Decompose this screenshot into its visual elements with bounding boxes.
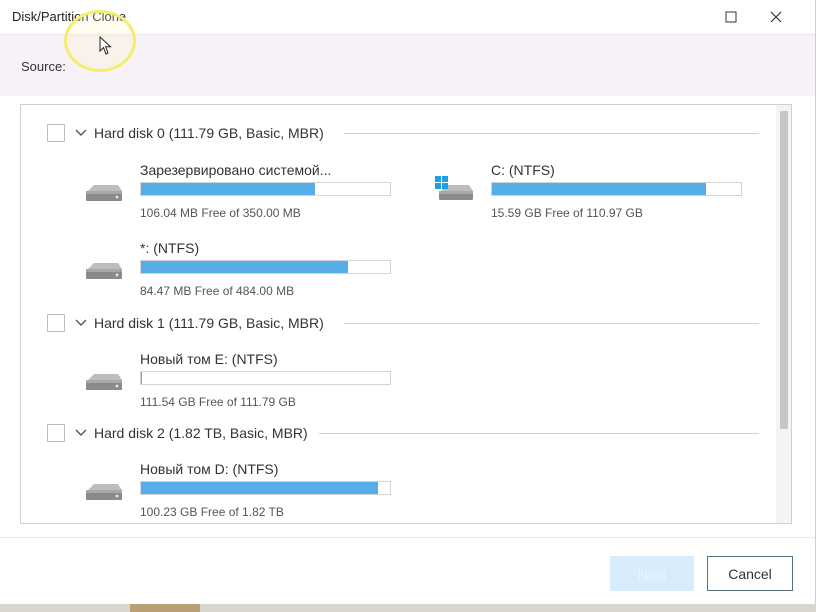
taskbar-edge-accent: [130, 604, 200, 612]
disk-header-1: Hard disk 1 (111.79 GB, Basic, MBR): [47, 313, 759, 335]
maximize-icon: [725, 11, 737, 23]
chevron-down-icon[interactable]: [73, 126, 89, 140]
usage-bar: [140, 182, 391, 196]
partition-free-space: 15.59 GB Free of 110.97 GB: [491, 206, 643, 220]
partition-free-space: 111.54 GB Free of 111.79 GB: [140, 395, 296, 409]
disk-title: Hard disk 0 (111.79 GB, Basic, MBR): [94, 125, 324, 141]
source-label: Source:: [21, 59, 66, 74]
drive-icon: [86, 263, 122, 279]
partition-item[interactable]: Зарезервировано системой... 106.04 MB Fr…: [84, 162, 404, 222]
partition-item[interactable]: Новый том E: (NTFS) 111.54 GB Free of 11…: [84, 351, 404, 411]
partition-free-space: 84.47 MB Free of 484.00 MB: [140, 284, 295, 298]
usage-bar: [140, 260, 391, 274]
partition-item[interactable]: C: (NTFS) 15.59 GB Free of 110.97 GB: [435, 162, 755, 222]
partition-free-space: 100.23 GB Free of 1.82 TB: [140, 505, 284, 519]
maximize-button[interactable]: [711, 4, 751, 30]
usage-bar-fill: [492, 183, 707, 195]
close-icon: [770, 11, 782, 23]
usage-bar: [491, 182, 742, 196]
disk-list-panel[interactable]: Hard disk 0 (111.79 GB, Basic, MBR) Заре…: [20, 104, 792, 524]
partition-name: C: (NTFS): [491, 162, 555, 178]
usage-bar-fill: [141, 482, 378, 494]
usage-bar-fill: [141, 372, 143, 384]
partition-name: Зарезервировано системой...: [140, 162, 332, 178]
partition-free-space: 106.04 MB Free of 350.00 MB: [140, 206, 301, 220]
usage-bar-fill: [141, 183, 316, 195]
partition-name: Новый том E: (NTFS): [140, 351, 278, 367]
disk-title: Hard disk 1 (111.79 GB, Basic, MBR): [94, 315, 324, 331]
usage-bar-fill: [141, 261, 348, 273]
scrollbar-thumb[interactable]: [780, 111, 788, 429]
drive-icon: [86, 374, 122, 390]
usage-bar: [140, 481, 391, 495]
partition-name: Новый том D: (NTFS): [140, 461, 279, 477]
partition-item[interactable]: Новый том D: (NTFS) 100.23 GB Free of 1.…: [84, 461, 404, 521]
chevron-down-icon[interactable]: [73, 426, 89, 440]
cancel-button[interactable]: Cancel: [707, 556, 793, 591]
disk-0-checkbox[interactable]: [47, 124, 65, 142]
disk-title: Hard disk 2 (1.82 TB, Basic, MBR): [94, 425, 308, 441]
disk-header-2: Hard disk 2 (1.82 TB, Basic, MBR): [47, 423, 759, 445]
footer-divider: [0, 537, 815, 538]
disk-1-checkbox[interactable]: [47, 314, 65, 332]
drive-icon: [86, 185, 122, 201]
divider: [319, 433, 759, 434]
clone-dialog: Disk/Partition Clone Source: Hard disk 0…: [0, 0, 816, 612]
divider: [344, 133, 759, 134]
partition-name: *: (NTFS): [140, 240, 200, 256]
divider: [344, 323, 759, 324]
chevron-down-icon[interactable]: [73, 316, 89, 330]
next-button[interactable]: Next: [610, 556, 694, 591]
mouse-pointer-icon: [99, 36, 112, 55]
windows-drive-icon: [435, 176, 473, 200]
vertical-scrollbar[interactable]: [776, 105, 791, 523]
drive-icon: [86, 484, 122, 500]
close-button[interactable]: [756, 4, 796, 30]
taskbar-edge: [0, 604, 816, 612]
partition-item[interactable]: *: (NTFS) 84.47 MB Free of 484.00 MB: [84, 240, 404, 300]
usage-bar: [140, 371, 391, 385]
disk-2-checkbox[interactable]: [47, 424, 65, 442]
disk-header-0: Hard disk 0 (111.79 GB, Basic, MBR): [47, 123, 759, 145]
